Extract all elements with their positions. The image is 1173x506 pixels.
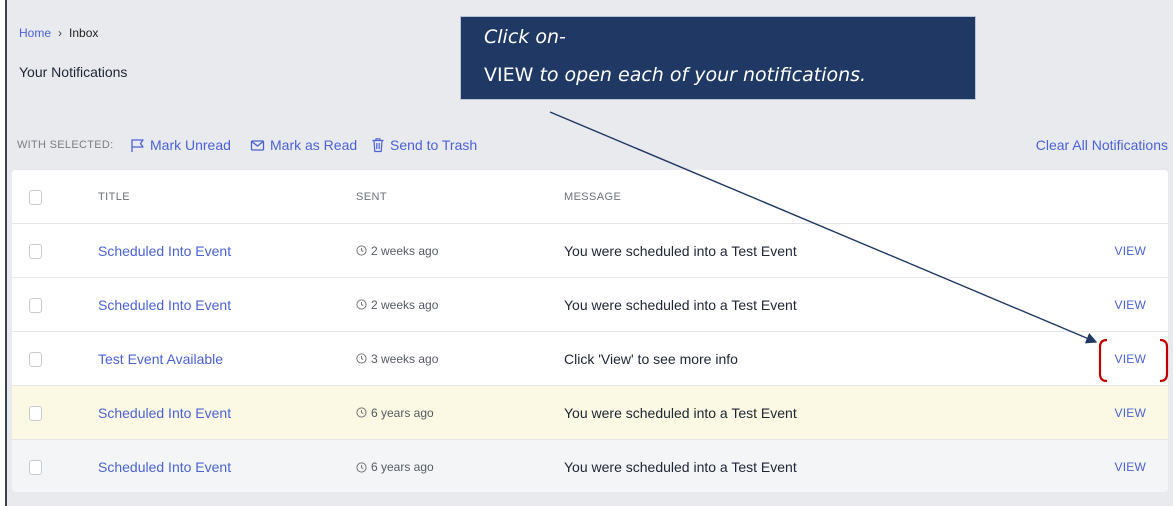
breadcrumb-home-link[interactable]: Home (19, 26, 51, 40)
flag-icon (131, 138, 144, 152)
clock-icon (356, 407, 367, 418)
send-to-trash-button[interactable]: Send to Trash (371, 137, 477, 153)
callout-keyword: VIEW (484, 64, 534, 86)
table-row: Scheduled Into Event 2 weeks ago You wer… (12, 224, 1168, 278)
sent-time: 3 weeks ago (356, 332, 438, 385)
mark-as-read-label: Mark as Read (270, 137, 358, 153)
mark-unread-button[interactable]: Mark Unread (130, 137, 231, 153)
message-text: You were scheduled into a Test Event (564, 404, 797, 421)
message-text: You were scheduled into a Test Event (564, 459, 797, 475)
bulk-action-toolbar: WITH SELECTED: Mark Unread Mark as Read … (7, 128, 1173, 168)
breadcrumb-current: Inbox (69, 26, 99, 40)
message-text: Click 'View' to see more info (564, 350, 738, 367)
page-title: Your Notifications (19, 64, 128, 80)
column-header-message: MESSAGE (564, 190, 622, 203)
view-button[interactable]: VIEW (1115, 278, 1146, 331)
select-all-checkbox[interactable] (29, 190, 42, 205)
sent-time-text: 2 weeks ago (371, 297, 439, 312)
row-checkbox[interactable] (29, 244, 42, 259)
row-checkbox[interactable] (29, 352, 42, 367)
table-row: Scheduled Into Event 6 years ago You wer… (12, 386, 1168, 440)
clock-icon (356, 245, 367, 256)
view-button[interactable]: VIEW (1115, 440, 1146, 492)
breadcrumb: Home › Inbox (19, 26, 98, 40)
table-header-row: TITLE SENT MESSAGE (12, 170, 1168, 224)
instruction-callout: Click on- VIEW to open each of your noti… (460, 16, 976, 100)
sent-time-text: 3 weeks ago (371, 351, 439, 366)
notifications-table: TITLE SENT MESSAGE Scheduled Into Event … (12, 170, 1168, 492)
table-row: Scheduled Into Event 2 weeks ago You wer… (12, 278, 1168, 332)
clear-all-notifications-link[interactable]: Clear All Notifications (1036, 137, 1168, 153)
envelope-icon (250, 139, 265, 151)
mark-unread-label: Mark Unread (150, 137, 231, 153)
breadcrumb-separator: › (58, 26, 63, 40)
row-checkbox[interactable] (29, 406, 42, 421)
view-button-highlighted[interactable]: VIEW (1115, 332, 1146, 385)
sent-time-text: 6 years ago (371, 460, 434, 474)
row-checkbox[interactable] (29, 298, 42, 313)
sent-time: 2 weeks ago (356, 278, 438, 331)
with-selected-label: WITH SELECTED: (17, 139, 114, 151)
sent-time: 6 years ago (356, 386, 434, 439)
sent-time: 6 years ago (356, 440, 434, 492)
message-text: You were scheduled into a Test Event (564, 242, 797, 259)
mark-as-read-button[interactable]: Mark as Read (250, 137, 357, 153)
notification-title-link[interactable]: Scheduled Into Event (98, 278, 231, 331)
trash-icon (372, 138, 384, 153)
callout-instruction: to open each of your notifications. (533, 64, 867, 86)
callout-line-2: VIEW to open each of your notifications. (484, 64, 866, 86)
send-to-trash-label: Send to Trash (390, 137, 478, 153)
notification-title-link[interactable]: Scheduled Into Event (98, 224, 231, 277)
table-row: Scheduled Into Event 6 years ago You wer… (12, 440, 1168, 492)
sent-time-text: 6 years ago (371, 405, 434, 420)
message-text: You were scheduled into a Test Event (564, 296, 797, 313)
clock-icon (356, 461, 367, 473)
column-header-sent: SENT (356, 190, 387, 203)
callout-line-1: Click on- (484, 26, 566, 48)
row-checkbox[interactable] (29, 460, 42, 475)
table-row: Test Event Available 3 weeks ago Click '… (12, 332, 1168, 386)
notification-title-link[interactable]: Scheduled Into Event (98, 386, 231, 439)
notification-title-link[interactable]: Scheduled Into Event (98, 440, 231, 492)
view-button[interactable]: VIEW (1115, 386, 1146, 439)
sent-time: 2 weeks ago (356, 224, 438, 277)
sent-time-text: 2 weeks ago (371, 243, 439, 258)
view-button[interactable]: VIEW (1115, 224, 1146, 277)
clock-icon (356, 353, 367, 364)
notification-title-link[interactable]: Test Event Available (98, 332, 223, 385)
clock-icon (356, 299, 367, 310)
column-header-title: TITLE (98, 190, 130, 203)
